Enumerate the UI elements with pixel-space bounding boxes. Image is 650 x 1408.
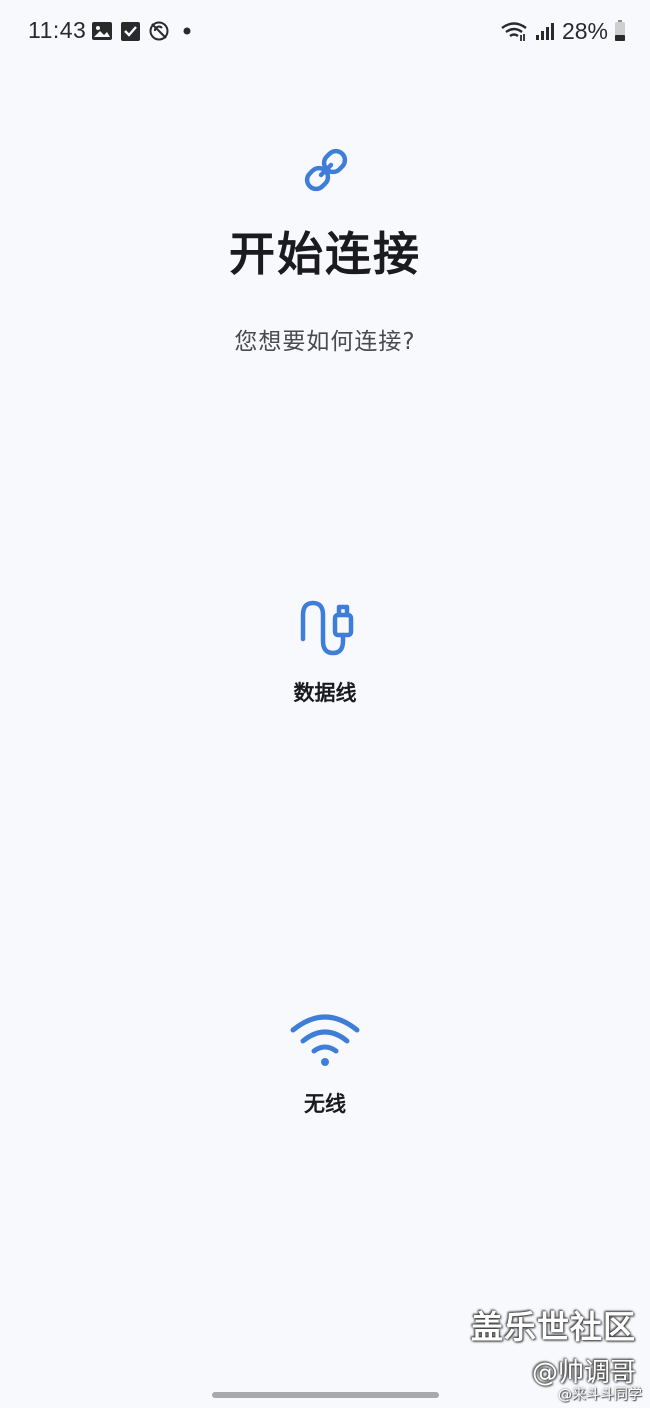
battery-percentage: 28% [561, 17, 608, 44]
cable-option-label: 数据线 [293, 681, 357, 705]
dot-icon [183, 27, 191, 35]
wireless-option-label: 无线 [304, 1092, 346, 1116]
wireless-connection-button[interactable]: 无线 [225, 1000, 425, 1140]
usb-cable-icon [300, 600, 354, 656]
wifi-icon [290, 1014, 360, 1066]
cable-connection-button[interactable]: 数据线 [225, 585, 425, 725]
page-subtitle: 您想要如何连接? [234, 329, 416, 355]
wifi-icon [501, 22, 527, 41]
battery-icon [615, 20, 625, 41]
watermark-weibo: @来斗斗同学 [558, 1387, 642, 1403]
status-bar: 11:43 28% [0, 0, 650, 62]
status-time: 11:43 [28, 17, 87, 43]
watermark-community: 盖乐世社区 [470, 1308, 636, 1346]
image-icon [92, 22, 112, 40]
page-title: 开始连接 [229, 227, 421, 281]
signal-icon [535, 23, 554, 40]
status-right: 28% [500, 17, 626, 45]
no-sync-icon [149, 21, 169, 41]
link-icon [304, 148, 348, 192]
home-indicator[interactable] [212, 1392, 439, 1398]
checkbox-icon [121, 22, 140, 41]
